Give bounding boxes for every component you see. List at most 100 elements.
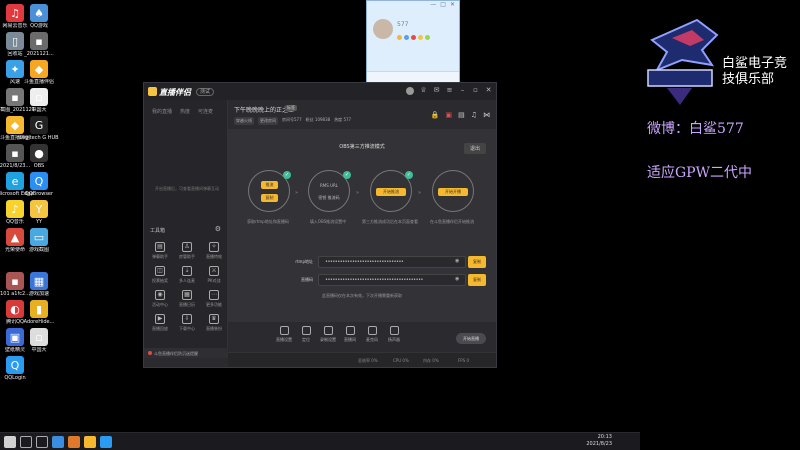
category-pill[interactable]: 穿越火线 [234, 117, 254, 125]
window-controls: ♕ ✉ ≡ – ▫ ✕ [406, 87, 492, 95]
tool-icon: ✧ [209, 242, 219, 252]
skin-icon[interactable]: ♕ [420, 87, 427, 94]
key-field-row: 直播码 ••••••••••••••••••••••••••••••••••••… [283, 274, 493, 286]
tool-item[interactable]: ◉ 活动中心 [148, 290, 172, 308]
taskbar-app-icon[interactable] [52, 436, 64, 448]
maximize-icon[interactable]: □ [440, 1, 446, 11]
edit-room-pill[interactable]: 更改房间 [258, 117, 278, 125]
taskbar-app-icon[interactable] [68, 436, 80, 448]
toolbar-icon [301, 326, 311, 335]
notice-bar[interactable]: 斗鱼直播伴侣防沉迷提醒 [144, 348, 228, 358]
gift-icon[interactable]: ▣ [445, 111, 452, 119]
tool-label: 更多功能 [206, 302, 222, 307]
key-field[interactable]: •••••••••••••••••••••••••••••••••••••••• [318, 274, 466, 286]
copy-rtmp-button[interactable]: 复制 [468, 256, 486, 268]
rtmp-field[interactable]: •••••••••••••••••••••••••••••••• [318, 256, 466, 268]
tool-label: 直播日历 [179, 302, 195, 307]
tool-icon: ⇩ [182, 314, 192, 324]
step-1-top[interactable]: 推流 [261, 181, 278, 189]
app-version-badge: 测试 [196, 88, 215, 96]
tool-icon: ⇣ [182, 266, 192, 276]
message-icon[interactable]: ✉ [433, 87, 440, 94]
tool-icon: ▶ [155, 314, 165, 324]
eye-icon[interactable]: ◉ [455, 258, 459, 264]
toolbar-icon [323, 326, 333, 335]
tab-hot[interactable]: 热度 [180, 108, 190, 115]
qq-profile-window[interactable]: — □ ✕ 577 [366, 0, 460, 84]
tool-item[interactable]: ⇣ 多人连麦 [175, 266, 199, 284]
room-tag[interactable]: 标签 [285, 105, 297, 111]
tool-item[interactable]: ⇩ 下载中心 [175, 314, 199, 332]
eye-icon[interactable]: ◉ [455, 276, 459, 282]
tool-item[interactable]: ▶ 直播回放 [148, 314, 172, 332]
menu-icon[interactable]: ≡ [446, 87, 453, 94]
check-icon: ✓ [405, 171, 413, 179]
desktop-icon-label: 游戏截图 [28, 247, 49, 253]
desktop-icon[interactable]: ▭ 游戏截图 [14, 228, 64, 262]
tab-my-live[interactable]: 我的直播 [152, 108, 172, 115]
minimize-icon[interactable]: — [430, 1, 436, 11]
toolbar-button[interactable]: 扬声器 [384, 326, 404, 343]
obs-mode-title: OBS第三方推流模式 [339, 144, 385, 150]
step-3-top[interactable]: 开始推流 [376, 188, 406, 196]
avatar[interactable] [373, 19, 393, 39]
qq-window-controls: — □ ✕ [367, 1, 459, 11]
tool-item[interactable]: ▤ 弹幕助手 [148, 242, 172, 260]
toolbar-button[interactable]: 录制设置 [318, 326, 338, 343]
status-drop: 丢帧率 0% [358, 358, 378, 363]
tool-label: 下载中心 [179, 326, 195, 331]
tool-item[interactable]: ♙ 房管助手 [175, 242, 199, 260]
desktop-icon-label: 游戏加速 [28, 291, 49, 297]
qq-name: 577 [397, 21, 409, 28]
task-view-icon[interactable] [36, 436, 48, 448]
room-meta: 穿越火线 更改房间 房间号577 粉丝 109838 热度 577 [234, 117, 351, 125]
taskbar: 20:13 2021/8/23 [0, 432, 640, 450]
tool-item[interactable]: ◫ 投票抽奖 [148, 266, 172, 284]
clock[interactable]: 20:13 2021/8/23 [586, 434, 612, 448]
tool-item[interactable]: ⚔ PK对战 [202, 266, 226, 284]
status-cpu: CPU 0% [393, 358, 409, 363]
tool-label: 活动中心 [152, 302, 168, 307]
tool-label: 直播装扮 [206, 326, 222, 331]
restore-icon[interactable]: ▫ [472, 87, 479, 94]
rtmp-label: rtmp地址 [295, 259, 313, 264]
tool-item[interactable]: ⋯ 更多功能 [202, 290, 226, 308]
taskbar-douyu-icon[interactable] [84, 436, 96, 448]
exit-button[interactable]: 退出 [463, 143, 486, 154]
share-icon[interactable]: ⋈ [483, 111, 490, 119]
tool-item[interactable]: ✧ 直播特效 [202, 242, 226, 260]
tab-mic[interactable]: 可连麦 [198, 108, 213, 115]
tools-title: 工具箱 [150, 228, 166, 234]
toolbar-button[interactable]: 麦克风 [362, 326, 382, 343]
bell-icon[interactable]: ♫ [471, 111, 477, 119]
copy-key-button[interactable]: 复制 [468, 274, 486, 286]
app-icon: ▫ [30, 328, 48, 346]
app-icon: Q [30, 172, 48, 190]
user-avatar[interactable] [406, 87, 414, 95]
toolbar-button[interactable]: 直播设置 [274, 326, 294, 343]
room-id: 房间号577 [282, 117, 302, 122]
toolbar-button[interactable]: 直播间 [340, 326, 360, 343]
key-label: 直播码 [301, 277, 313, 282]
toolbar-icon [367, 326, 377, 335]
close-icon[interactable]: ✕ [450, 1, 455, 11]
gear-icon[interactable]: ⚙ [215, 225, 221, 233]
desktop-icon[interactable]: Q QQLogin [0, 356, 40, 390]
lock-icon[interactable]: 🔒 [431, 111, 440, 119]
app-icon: ▫ [30, 88, 48, 106]
qq-badges [397, 35, 430, 40]
step-1-bottom[interactable]: 复制 [261, 194, 278, 202]
tool-item[interactable]: ♛ 直播装扮 [202, 314, 226, 332]
step-4-top[interactable]: 开始开播 [438, 188, 468, 196]
start-live-button[interactable]: 开始直播 [456, 333, 486, 344]
minimize-icon[interactable]: – [459, 87, 466, 94]
file-icon[interactable]: ▤ [458, 111, 465, 119]
taskbar-qq-icon[interactable] [100, 436, 112, 448]
search-icon[interactable] [20, 436, 32, 448]
tool-label: 弹幕助手 [152, 254, 168, 259]
close-icon[interactable]: ✕ [485, 87, 492, 94]
tool-item[interactable]: ▦ 直播日历 [175, 290, 199, 308]
toolbar-button[interactable]: 定位 [296, 326, 316, 343]
windows-start-icon[interactable] [4, 436, 16, 448]
room-header: 下午晚晚晚上的正之王 标签 穿越火线 更改房间 房间号577 粉丝 109838… [228, 100, 496, 130]
